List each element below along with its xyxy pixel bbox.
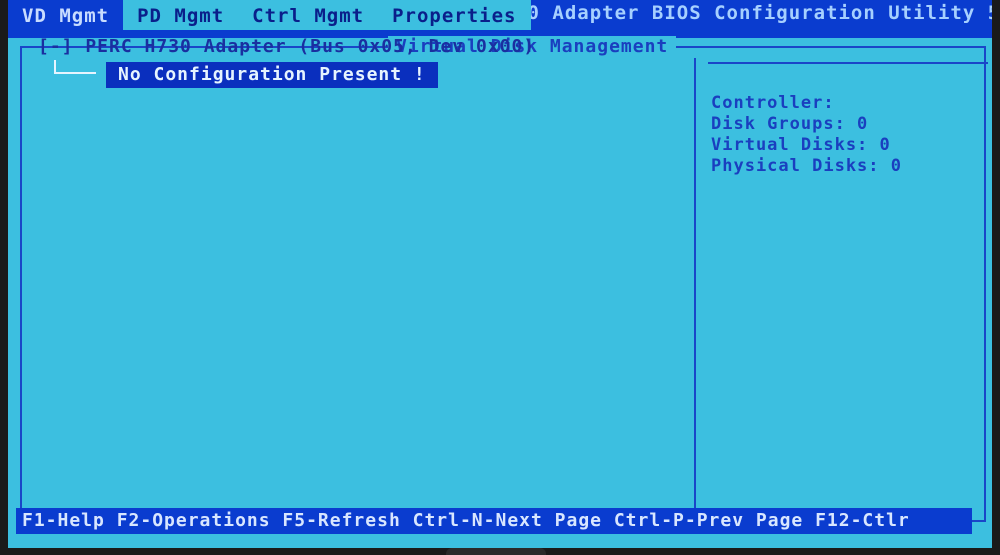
menu-bar: VD Mgmt PD Mgmt Ctrl Mgmt Properties <box>8 0 531 30</box>
bios-screen: PERC H730 Adapter BIOS Configuration Uti… <box>8 0 992 548</box>
panel-divider <box>694 58 696 514</box>
tree-node-no-configuration[interactable]: No Configuration Present ! <box>106 62 438 88</box>
tree-node-adapter[interactable]: [-] PERC H730 Adapter (Bus 0x05, Dev 0x0… <box>38 36 535 57</box>
disk-groups-count: Disk Groups: 0 <box>711 114 869 134</box>
tree-branch-line <box>54 60 96 74</box>
tab-vd-mgmt[interactable]: VD Mgmt <box>8 0 124 30</box>
tab-pd-mgmt[interactable]: PD Mgmt <box>123 0 239 30</box>
monitor-bezel-notch <box>446 548 546 555</box>
controller-heading: Controller: <box>711 93 835 113</box>
footer-keybar: F1-Help F2-Operations F5-Refresh Ctrl-N-… <box>16 508 972 534</box>
info-panel-top-border <box>708 62 988 64</box>
tab-properties[interactable]: Properties <box>378 0 531 30</box>
physical-disks-count: Physical Disks: 0 <box>711 156 902 176</box>
virtual-disks-count: Virtual Disks: 0 <box>711 135 891 155</box>
controller-info-panel: Controller: Disk Groups: 0 Virtual Disks… <box>711 93 902 177</box>
tab-ctrl-mgmt[interactable]: Ctrl Mgmt <box>238 0 379 30</box>
